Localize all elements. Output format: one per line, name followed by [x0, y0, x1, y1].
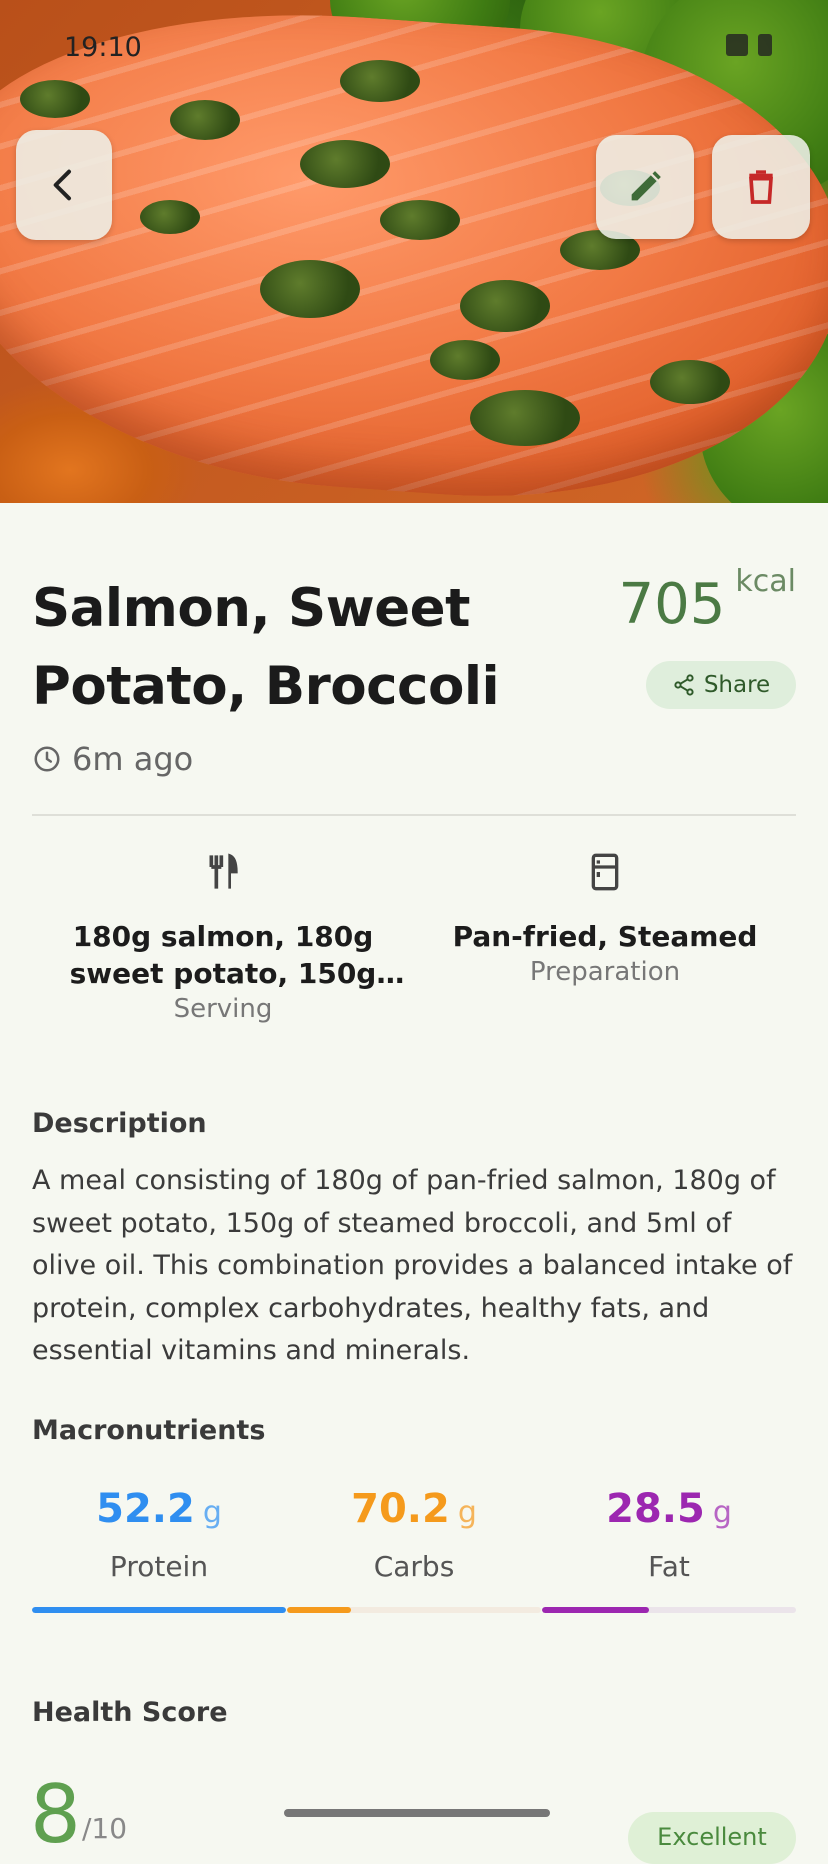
wifi-icon — [726, 34, 748, 56]
fat-label: Fat — [648, 1550, 690, 1583]
macronutrients-heading: Macronutrients — [32, 1415, 266, 1446]
description-heading: Description — [32, 1108, 207, 1139]
share-icon — [674, 674, 694, 696]
kcal-display: 705 kcal — [618, 564, 796, 640]
serving-label: Serving — [173, 994, 273, 1024]
fat-progress-bar — [542, 1607, 796, 1613]
macro-carbs: 70.2 g Carbs — [287, 1486, 541, 1583]
health-score-badge: Excellent — [628, 1812, 796, 1864]
meal-photo — [0, 0, 828, 503]
back-button[interactable] — [16, 130, 112, 240]
clock-icon — [34, 746, 60, 772]
back-arrow-icon — [53, 169, 71, 201]
divider — [32, 814, 796, 816]
battery-icon — [758, 34, 772, 56]
fat-unit: g — [712, 1495, 732, 1530]
carbs-unit: g — [457, 1495, 477, 1530]
protein-unit: g — [202, 1495, 222, 1530]
health-score-heading: Health Score — [32, 1697, 228, 1728]
status-time: 19:10 — [64, 32, 142, 63]
protein-label: Protein — [109, 1550, 209, 1583]
trash-icon — [749, 170, 773, 204]
preparation-value: Pan-fried, Steamed — [452, 920, 758, 953]
preparation-info: Pan-fried, Steamed Preparation — [414, 852, 796, 987]
carbs-progress-fill — [287, 1607, 351, 1613]
share-button[interactable]: Share — [646, 661, 796, 709]
carbs-progress-bar — [287, 1607, 541, 1613]
protein-amount: 52.2 — [96, 1486, 195, 1532]
kcal-value: 705 — [618, 572, 726, 637]
delete-button[interactable] — [712, 135, 810, 239]
share-label: Share — [703, 672, 771, 698]
logged-time: 6m ago — [32, 740, 193, 778]
protein-progress-fill — [32, 1607, 286, 1613]
fridge-icon — [591, 853, 619, 891]
description-text: A meal consisting of 180g of pan-fried s… — [32, 1165, 793, 1366]
meal-title: Salmon, Sweet Potato, Broccoli — [32, 578, 500, 717]
kcal-unit: kcal — [735, 564, 796, 599]
edit-pencil-icon — [631, 171, 661, 201]
utensils-icon — [209, 853, 238, 889]
macro-protein: 52.2 g Protein — [32, 1486, 286, 1583]
time-ago-text: 6m ago — [72, 740, 194, 778]
home-indicator[interactable] — [284, 1809, 550, 1817]
serving-info: 180g salmon, 180g sweet potato, 150g bro… — [32, 852, 414, 1024]
status-icons — [726, 34, 772, 56]
protein-progress-bar — [32, 1607, 286, 1613]
serving-value: 180g salmon, 180g sweet potato, 150g bro… — [69, 920, 377, 990]
macro-fat: 28.5 g Fat — [542, 1486, 796, 1583]
fat-amount: 28.5 — [606, 1486, 705, 1532]
carbs-label: Carbs — [373, 1550, 455, 1583]
health-score-denominator: /10 — [82, 1812, 128, 1845]
health-score-value: 8 — [30, 1768, 81, 1861]
edit-button[interactable] — [596, 135, 694, 239]
preparation-label: Preparation — [529, 957, 681, 987]
fat-progress-fill — [542, 1607, 649, 1613]
carbs-amount: 70.2 — [351, 1486, 450, 1532]
